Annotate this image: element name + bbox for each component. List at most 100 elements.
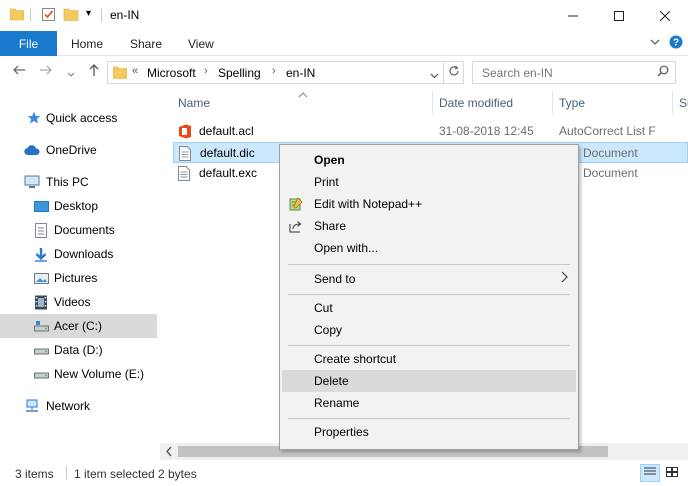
computer-icon [24, 174, 40, 190]
details-view-icon [644, 467, 656, 480]
column-divider[interactable] [552, 91, 553, 115]
refresh-button[interactable] [444, 61, 464, 84]
selection-size: 2 bytes [158, 467, 197, 481]
minimize-button[interactable] [550, 0, 596, 31]
maximize-button[interactable] [596, 0, 642, 31]
address-bar[interactable]: « Microsoft › Spelling › en-IN [107, 61, 444, 84]
recent-locations-dropdown[interactable] [67, 66, 75, 82]
large-icons-view-icon [666, 466, 678, 480]
folder-icon [112, 66, 128, 82]
folder-icon [9, 7, 25, 24]
tab-file[interactable]: File [0, 31, 57, 56]
network-icon [24, 398, 40, 414]
expand-ribbon-icon[interactable] [649, 36, 661, 51]
sidebar-item-data-d[interactable]: Data (D:) [0, 338, 157, 362]
menu-item-print[interactable]: Print [282, 171, 576, 193]
videos-folder-icon [33, 294, 49, 310]
navigation-pane: Quick access OneDrive This PC Desktop Do… [0, 89, 160, 460]
file-row-default-acl[interactable]: default.acl 31-08-2018 12:45 AutoCorrect… [173, 121, 688, 142]
sidebar-item-acer-c[interactable]: Acer (C:) [0, 314, 157, 338]
breadcrumb-microsoft[interactable]: Microsoft [147, 66, 196, 80]
ribbon-tabs: File Home Share View ? [0, 31, 688, 56]
tab-view[interactable]: View [188, 37, 214, 51]
refresh-icon [448, 65, 460, 80]
address-dropdown-icon[interactable] [430, 69, 439, 83]
breadcrumb-en-in[interactable]: en-IN [286, 66, 315, 80]
text-file-icon [178, 166, 190, 181]
menu-item-rename[interactable]: Rename [282, 392, 576, 414]
large-icons-view-button[interactable] [662, 464, 682, 482]
breadcrumb-chevron-icon: › [204, 65, 208, 77]
help-icon[interactable]: ? [669, 35, 683, 52]
context-menu: Open Print Edit with Notepad++ Share Ope… [279, 144, 579, 450]
properties-icon[interactable] [41, 7, 56, 25]
column-header-size[interactable]: Si [679, 96, 688, 110]
sidebar-item-documents[interactable]: Documents [0, 218, 157, 242]
menu-item-cut[interactable]: Cut [282, 297, 576, 319]
forward-button[interactable] [39, 63, 53, 80]
menu-item-open[interactable]: Open [282, 149, 576, 171]
drive-icon [33, 342, 49, 358]
column-divider[interactable] [432, 91, 433, 115]
sidebar-item-pictures[interactable]: Pictures [0, 266, 157, 290]
drive-icon [33, 318, 49, 334]
menu-separator [288, 418, 570, 419]
item-count: 3 items [15, 467, 54, 481]
tab-share[interactable]: Share [130, 37, 162, 51]
sidebar-item-onedrive[interactable]: OneDrive [0, 138, 157, 162]
sidebar-item-new-volume-e[interactable]: New Volume (E:) [0, 362, 157, 386]
pictures-folder-icon [33, 270, 49, 286]
sidebar-item-this-pc[interactable]: This PC [0, 170, 157, 194]
office-icon [178, 124, 192, 139]
title-bar: ▾ en-IN [0, 0, 688, 31]
menu-item-delete[interactable]: Delete [282, 370, 576, 392]
share-icon [288, 218, 304, 234]
up-button[interactable] [87, 63, 101, 80]
menu-separator [288, 345, 570, 346]
close-button[interactable] [642, 0, 688, 31]
status-bar: 3 items 1 item selected 2 bytes [0, 460, 688, 486]
desktop-folder-icon [33, 198, 49, 214]
close-icon [659, 8, 671, 24]
menu-separator [288, 264, 570, 265]
selection-count: 1 item selected [74, 467, 155, 481]
sidebar-item-downloads[interactable]: Downloads [0, 242, 157, 266]
svg-text:?: ? [673, 38, 679, 49]
quick-access-toolbar-dropdown[interactable]: ▾ [86, 8, 91, 19]
window-title: en-IN [110, 8, 140, 22]
breadcrumb-overflow[interactable]: « [132, 65, 138, 77]
sidebar-item-network[interactable]: Network [0, 394, 157, 418]
drive-icon [33, 366, 49, 382]
menu-item-send-to[interactable]: Send to [282, 268, 576, 290]
sidebar-item-desktop[interactable]: Desktop [0, 194, 157, 218]
menu-item-copy[interactable]: Copy [282, 319, 576, 341]
star-icon [26, 110, 42, 126]
column-header-date-modified[interactable]: Date modified [439, 96, 513, 110]
text-file-icon [179, 146, 191, 161]
menu-item-open-with[interactable]: Open with... [282, 237, 576, 259]
menu-item-edit-with-notepad-plus[interactable]: Edit with Notepad++ [282, 193, 576, 215]
breadcrumb-chevron-icon: › [272, 65, 276, 77]
breadcrumb-spelling[interactable]: Spelling [218, 66, 261, 80]
menu-item-share[interactable]: Share [282, 215, 576, 237]
column-header-type[interactable]: Type [559, 96, 585, 110]
column-divider[interactable] [672, 91, 673, 115]
sidebar-item-quick-access[interactable]: Quick access [0, 106, 157, 130]
maximize-icon [614, 8, 624, 24]
address-row: « Microsoft › Spelling › en-IN Search en… [0, 56, 688, 89]
documents-folder-icon [33, 222, 49, 238]
back-button[interactable] [12, 63, 26, 80]
details-view-button[interactable] [640, 464, 660, 482]
menu-item-create-shortcut[interactable]: Create shortcut [282, 348, 576, 370]
download-arrow-icon [33, 246, 49, 262]
cloud-icon [24, 142, 40, 158]
column-header-name[interactable]: Name [178, 96, 210, 110]
submenu-arrow-icon [560, 271, 568, 286]
search-box[interactable]: Search en-IN [472, 61, 676, 84]
scroll-left-icon[interactable] [165, 446, 173, 460]
new-folder-icon[interactable] [63, 7, 79, 25]
tab-home[interactable]: Home [71, 37, 103, 51]
search-input[interactable]: Search en-IN [482, 66, 553, 80]
sidebar-item-videos[interactable]: Videos [0, 290, 157, 314]
menu-item-properties[interactable]: Properties [282, 421, 576, 443]
